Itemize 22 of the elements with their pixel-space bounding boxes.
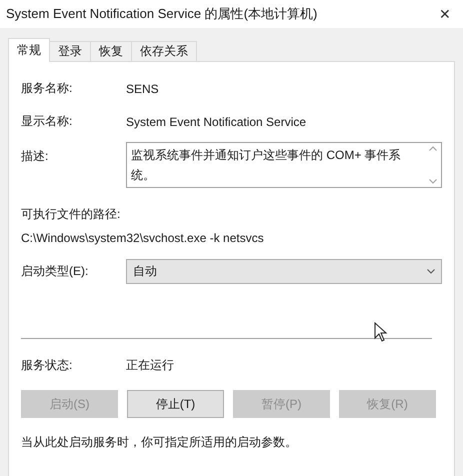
field-value: System Event Notification Service	[126, 114, 308, 128]
chevron-down-icon	[427, 269, 435, 274]
field-label: 可执行文件的路径:	[21, 206, 122, 223]
field-label: 服务状态:	[21, 357, 74, 374]
field-label: 服务名称:	[21, 80, 74, 97]
hint-text: 当从此处启动服务时，你可指定所适用的启动参数。	[21, 434, 298, 451]
scroll-up-icon[interactable]	[429, 146, 437, 151]
tab[interactable]: 常规	[8, 38, 50, 62]
scroll-down-icon[interactable]	[429, 179, 437, 184]
field-value: SENS	[126, 82, 160, 96]
close-button[interactable]: ✕	[435, 6, 455, 22]
window-title: System Event Notification Service 的属性(本地计算机)	[6, 5, 318, 23]
startup-type-dropdown[interactable]: 自动	[126, 259, 442, 284]
tab[interactable]: 依存关系	[131, 41, 197, 62]
field-label: 启动类型(E):	[21, 263, 90, 280]
status-text: 正在运行	[126, 357, 175, 374]
service-button[interactable]: 停止(T)	[127, 390, 224, 418]
field-label: 描述:	[21, 148, 50, 165]
description-field[interactable]: 监视系统事件并通知订户这些事件的 COM+ 事件系统。	[126, 142, 442, 188]
field-label: 显示名称:	[21, 113, 74, 130]
path-text: C:\Windows\system32\svchost.exe -k netsvcs	[21, 231, 265, 245]
cursor-icon	[374, 322, 388, 342]
